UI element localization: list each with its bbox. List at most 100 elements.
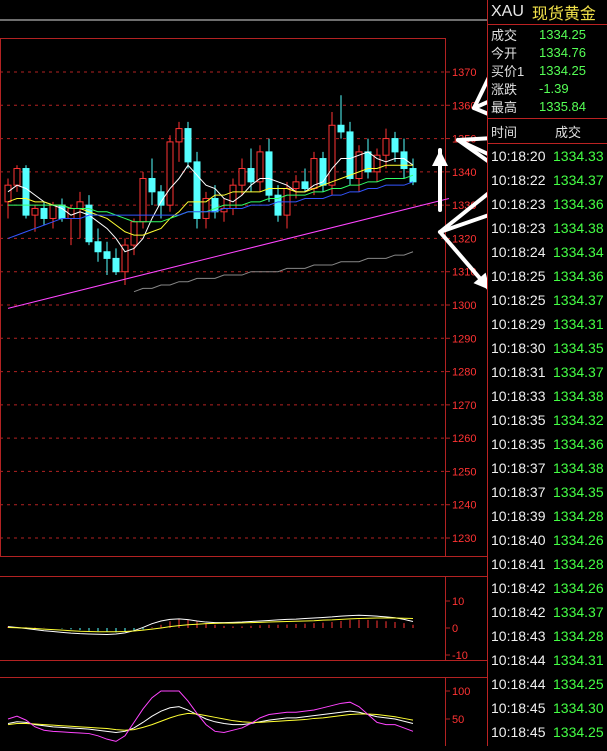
candle-body <box>193 161 201 219</box>
main-axis-label: 1250 <box>452 466 476 478</box>
tick-price: 1334.37 <box>553 604 604 620</box>
tick-time: 10:18:44 <box>491 676 546 692</box>
quote-row: 成交 1334.25 <box>488 25 607 43</box>
kline-chart-area[interactable]: 1370136013501340133013201310130012901280… <box>0 0 597 746</box>
quote-value: -1.39 <box>539 80 569 96</box>
candle-body <box>76 201 84 209</box>
tick-price: 1334.26 <box>553 580 604 596</box>
tick-time: 10:18:24 <box>491 244 546 260</box>
kline-chart-svg[interactable]: 1370136013501340133013201310130012901280… <box>0 0 597 746</box>
quote-value: 1334.76 <box>539 44 586 60</box>
quote-list: 成交 1334.25 今开 1334.76 买价1 1334.25 涨跌 -1.39 最高 133… <box>488 25 607 115</box>
tick-row: 10:18:43 1334.28 <box>488 624 607 648</box>
tick-row: 10:18:37 1334.35 <box>488 480 607 504</box>
tick-price: 1334.37 <box>553 364 604 380</box>
tick-time: 10:18:23 <box>491 220 546 236</box>
candle-body <box>4 184 12 203</box>
tick-time: 10:18:42 <box>491 604 546 620</box>
tick-row: 10:18:45 1334.30 <box>488 696 607 720</box>
kdj-axis-label: 50 <box>452 714 464 726</box>
candle-body <box>175 128 183 143</box>
tick-price: 1334.36 <box>553 436 604 452</box>
quote-label: 最高 <box>491 99 518 115</box>
quote-value: 1334.25 <box>539 62 586 78</box>
tick-row: 10:18:29 1334.31 <box>488 312 607 336</box>
candle-body <box>337 124 345 133</box>
kdj-axis-label: 100 <box>452 686 470 698</box>
tick-price: 1334.34 <box>553 244 604 260</box>
tick-time: 10:18:35 <box>491 412 546 428</box>
tick-price: 1334.28 <box>553 556 604 572</box>
tick-time: 10:18:35 <box>491 436 546 452</box>
main-axis-label: 1240 <box>452 500 476 512</box>
tick-time: 10:18:37 <box>491 484 546 500</box>
quote-label: 涨跌 <box>491 81 518 97</box>
tick-price: 1334.38 <box>553 388 604 404</box>
tick-price: 1334.37 <box>553 172 604 188</box>
tick-row: 10:18:35 1334.36 <box>488 432 607 456</box>
tick-price: 1334.28 <box>553 628 604 644</box>
tick-price: 1334.31 <box>553 316 604 332</box>
symbol-code: XAU <box>491 3 524 20</box>
tick-row: 10:18:33 1334.38 <box>488 384 607 408</box>
tick-time: 10:18:41 <box>491 556 546 572</box>
candle-body <box>373 154 381 173</box>
candle-body <box>31 207 39 216</box>
tick-time: 10:18:22 <box>491 172 546 188</box>
candle-body <box>184 128 192 163</box>
main-axis-label: 1300 <box>452 300 476 312</box>
tick-row: 10:18:24 1334.34 <box>488 240 607 264</box>
quote-value: 1334.25 <box>539 26 586 42</box>
tick-time: 10:18:40 <box>491 532 546 548</box>
tick-time: 10:18:39 <box>491 508 546 524</box>
tick-price: 1334.32 <box>553 412 604 428</box>
tick-row: 10:18:35 1334.32 <box>488 408 607 432</box>
tick-time: 10:18:25 <box>491 292 546 308</box>
candle-body <box>328 124 336 186</box>
tick-row: 10:18:42 1334.37 <box>488 600 607 624</box>
candle-body <box>211 197 219 213</box>
quote-panel: XAU 现货黄金 成交 1334.25 今开 1334.76 买价1 1334.25 涨跌 -… <box>487 0 607 746</box>
tick-row: 10:18:23 1334.36 <box>488 192 607 216</box>
candle-body <box>58 204 66 219</box>
quote-value: 1335.84 <box>539 98 586 114</box>
ticks-header-time: 时间 <box>491 124 518 140</box>
main-axis-label: 1370 <box>452 67 476 79</box>
ticks-header-price: 成交 <box>555 124 582 140</box>
tick-row: 10:18:41 1334.28 <box>488 552 607 576</box>
tick-row: 10:18:25 1334.37 <box>488 288 607 312</box>
quote-row: 涨跌 -1.39 <box>488 79 607 97</box>
main-axis-label: 1290 <box>452 333 476 345</box>
tick-list[interactable]: 10:18:20 1334.33 10:18:22 1334.37 10:18:23 13… <box>488 144 607 744</box>
candle-body <box>166 141 174 206</box>
candle-body <box>103 251 111 259</box>
tick-time: 10:18:30 <box>491 340 546 356</box>
tick-price: 1334.35 <box>553 340 604 356</box>
symbol-header[interactable]: XAU 现货黄金 <box>488 0 607 25</box>
quote-row: 买价1 1334.25 <box>488 61 607 79</box>
candle-body <box>130 221 138 246</box>
tick-price: 1334.30 <box>553 700 604 716</box>
macd-axis-label: 0 <box>452 623 458 635</box>
tick-time: 10:18:29 <box>491 316 546 332</box>
tick-row: 10:18:44 1334.31 <box>488 648 607 672</box>
tick-row: 10:18:31 1334.37 <box>488 360 607 384</box>
tick-time: 10:18:45 <box>491 724 546 740</box>
ticks-header: 时间 成交 <box>488 118 607 144</box>
tick-price: 1334.35 <box>553 484 604 500</box>
tick-price: 1334.33 <box>553 148 604 164</box>
macd-axis-label: -10 <box>452 650 468 662</box>
quote-label: 买价1 <box>491 63 525 79</box>
candle-body <box>292 181 300 189</box>
tick-row: 10:18:45 1334.25 <box>488 720 607 744</box>
tick-row: 10:18:20 1334.33 <box>488 144 607 168</box>
tick-time: 10:18:33 <box>491 388 546 404</box>
tick-time: 10:18:23 <box>491 196 546 212</box>
tick-time: 10:18:20 <box>491 148 546 164</box>
tick-row: 10:18:42 1334.26 <box>488 576 607 600</box>
candle-body <box>256 151 264 183</box>
main-panel-frame <box>0 38 446 557</box>
main-axis-label: 1340 <box>452 167 476 179</box>
candle-body <box>238 168 246 186</box>
tick-price: 1334.28 <box>553 508 604 524</box>
